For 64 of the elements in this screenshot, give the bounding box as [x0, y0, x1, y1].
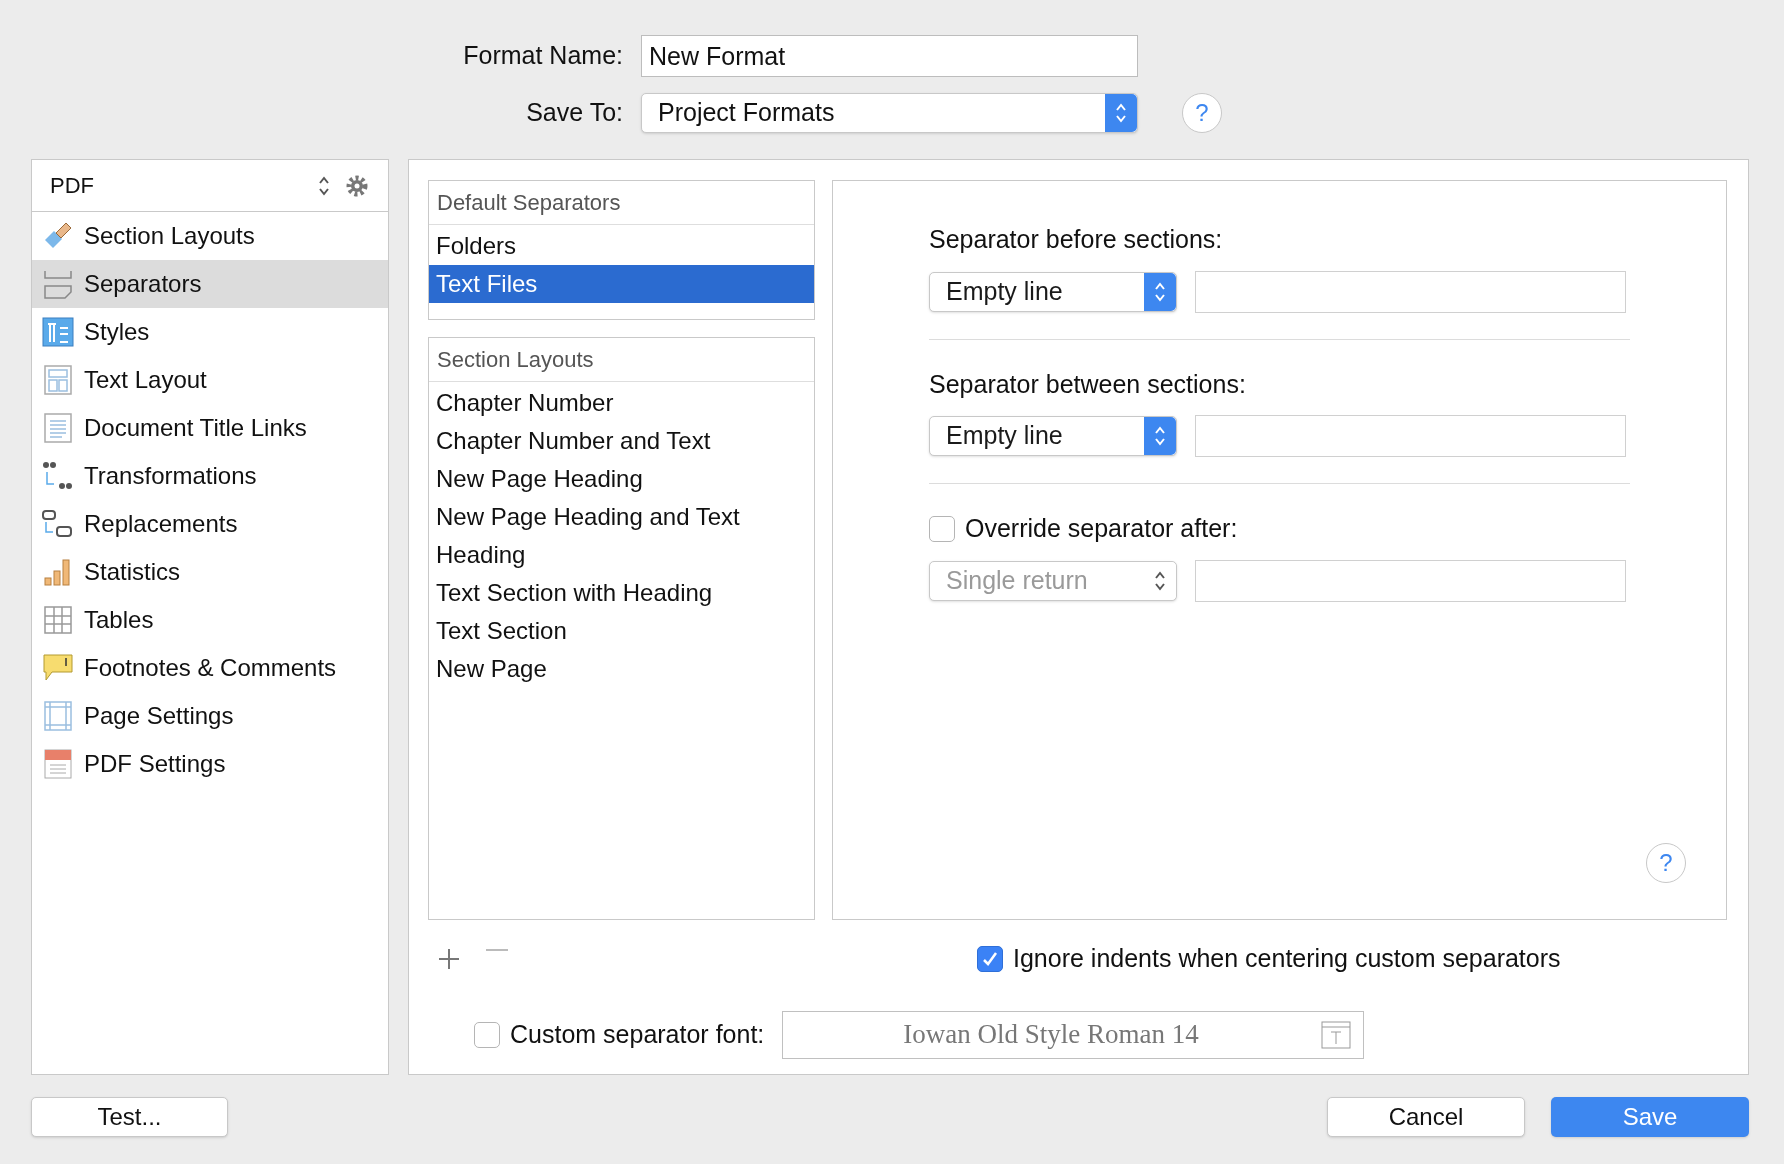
checkbox-label: Override separator after:	[965, 513, 1238, 544]
sidebar-item[interactable]: Section Layouts	[32, 212, 388, 260]
columns-layout-icon	[42, 364, 74, 396]
pdf-document-icon	[42, 748, 74, 780]
font-panel-icon[interactable]	[1321, 1020, 1352, 1049]
list-item[interactable]: New Page Heading and Text	[429, 498, 814, 536]
format-name-field[interactable]: New Format	[641, 35, 1138, 77]
stepper-arrows-icon	[318, 174, 330, 197]
list-header: Section Layouts	[429, 338, 814, 382]
stepper-arrows-icon	[1115, 102, 1127, 124]
dropdown[interactable]: Empty line	[929, 416, 1177, 456]
page-margins-icon	[42, 700, 74, 732]
list-item[interactable]: Text Section	[429, 612, 814, 650]
setting-label: Separator before sections:	[929, 224, 1224, 255]
sidebar-item[interactable]: Tables	[32, 596, 388, 644]
list-item[interactable]: Text Files	[429, 265, 814, 303]
add-icon[interactable]	[438, 947, 460, 970]
sidebar-item[interactable]: Replacements	[32, 500, 388, 548]
list-item[interactable]: Chapter Number and Text	[429, 422, 814, 460]
custom-separator-field[interactable]	[1195, 559, 1626, 602]
sidebar-item[interactable]: Text Layout	[32, 356, 388, 404]
stepper-arrows-icon	[1154, 425, 1166, 447]
custom-separator-field[interactable]	[1195, 415, 1626, 457]
sidebar-item[interactable]: Footnotes & Comments	[32, 644, 388, 692]
separator-icon	[42, 268, 74, 300]
sidebar-item[interactable]: Page Settings	[32, 692, 388, 740]
remove-icon[interactable]	[486, 947, 508, 952]
list-item[interactable]: New Page Heading	[429, 460, 814, 498]
setting-label: Separator between sections:	[929, 368, 1247, 400]
dropdown[interactable]: Empty line	[929, 271, 1177, 312]
field-label: Format Name:	[462, 40, 623, 72]
font-field[interactable]: Iowan Old Style Roman 14	[782, 1010, 1365, 1059]
test-button[interactable]: Test...	[31, 1097, 228, 1137]
table-grid-icon	[42, 604, 74, 636]
sidebar-item[interactable]: PDF Settings	[32, 740, 388, 788]
custom-separator-field[interactable]	[1195, 270, 1626, 313]
stepper-arrows-icon	[1154, 569, 1166, 592]
cancel-button[interactable]: Cancel	[1327, 1097, 1525, 1137]
list-header: Default Separators	[429, 181, 814, 225]
checkbox[interactable]	[977, 945, 1003, 972]
list-item[interactable]: New Page	[429, 650, 814, 688]
list-item[interactable]: Text Section with Heading	[429, 574, 814, 612]
sidebar-item[interactable]: Statistics	[32, 548, 388, 596]
quote-marks-icon	[42, 460, 74, 492]
sidebar-item[interactable]: Separators	[32, 260, 388, 308]
checkbox-label: Custom separator font:	[510, 1018, 765, 1050]
text-replace-icon	[42, 508, 74, 540]
save-button[interactable]: Save	[1551, 1097, 1749, 1137]
list-item[interactable]: Heading	[429, 536, 814, 574]
field-label: Save To:	[525, 97, 623, 129]
sidebar-item[interactable]: Transformations	[32, 452, 388, 500]
paragraph-style-icon	[42, 316, 74, 348]
stepper-arrows-icon	[1154, 280, 1166, 303]
save-to-dropdown[interactable]: Project Formats	[641, 93, 1138, 133]
checkbox-label: Ignore indents when centering custom separators	[1013, 943, 1561, 974]
help-button[interactable]: ?	[1646, 843, 1686, 883]
sidebar-item[interactable]: Document Title Links	[32, 404, 388, 452]
document-icon	[42, 412, 74, 444]
format-type-selector[interactable]: PDF	[32, 160, 388, 212]
sidebar-item[interactable]: Styles	[32, 308, 388, 356]
help-button[interactable]: ?	[1182, 93, 1222, 133]
list-item[interactable]: Folders	[429, 227, 814, 265]
list-item[interactable]: Chapter Number	[429, 384, 814, 422]
checkbox[interactable]	[474, 1021, 500, 1048]
